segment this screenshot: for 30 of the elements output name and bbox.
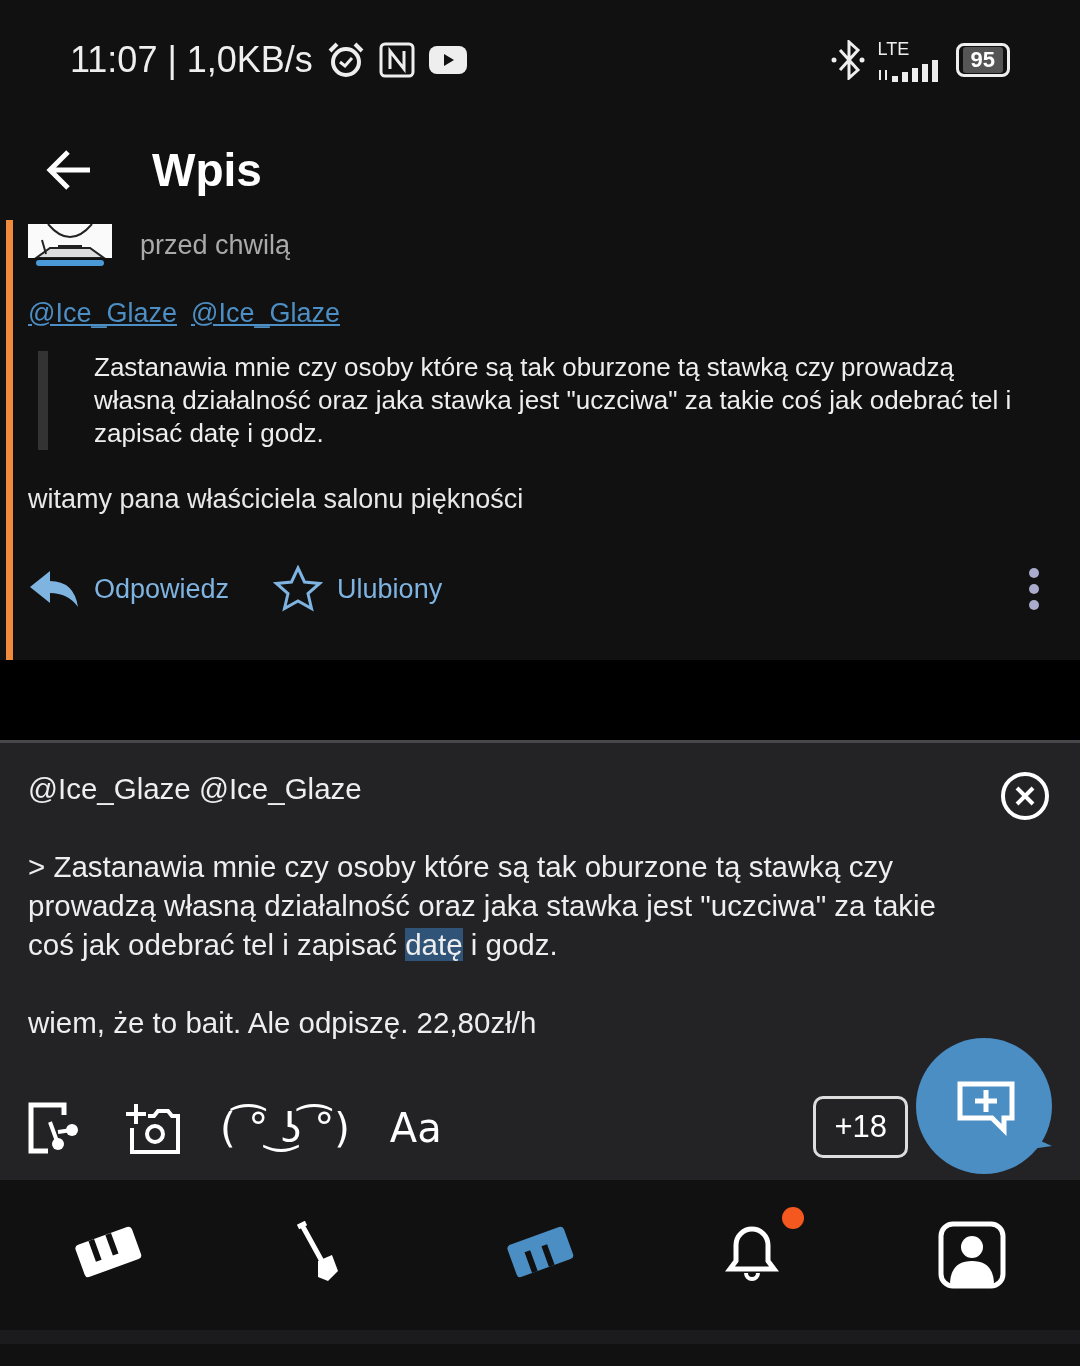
toolbar-button[interactable]: ( ͡° ͜ʖ ͡°) [220,1105,350,1151]
add-photo-icon[interactable] [124,1102,180,1154]
user-color-bar [36,260,104,266]
play-icon [428,46,467,74]
adult-content-button[interactable]: +18 [813,1096,908,1158]
profile-icon [938,1221,1006,1289]
editor-paragraph: wiem, że to bait. Ale odpiszę. 22,80zł/h [28,1005,538,1041]
battery-indicator: 95 [955,43,1010,77]
mention-link[interactable]: @Ice_Glaze [191,298,340,329]
page-title: Wpis [152,143,262,197]
new-entry-button[interactable] [916,1038,1052,1174]
alarm-icon [326,41,365,79]
nfc-icon [378,42,415,78]
quote-text: Zastanawia mnie czy osoby które są tak oburzone tą stawką czy prowadzą własną działalność oraz jaka stawka jest "uczciwa" za takie coś jak odebrać tel i zapisać datę i godz. [38,351,1040,450]
reply-arrow-icon [28,569,80,609]
editor-paragraph: @Ice_Glaze @Ice_Glaze [28,771,363,807]
back-arrow-icon[interactable] [46,150,92,190]
network-type: LTE [877,38,911,60]
reply-button[interactable]: Odpowiedz [28,569,230,609]
reply-editor[interactable] [0,740,1080,1180]
post-text: witamy pana właściciela salonu piękności [28,484,525,515]
editor-paragraph: > Zastanawia mnie czy osoby które są tak oburzone tą stawką czy prowadzą własną działalność oraz jaka stawka jest "uczciwa" za takie coś jak odebrać tel i zapisać datę i godz. [28,849,937,963]
status-time: 11:07 | 1,0KB/s [70,39,313,81]
more-options-icon[interactable] [1028,567,1040,611]
bluetooth-icon [829,40,866,80]
close-icon[interactable] [1000,771,1050,821]
toolbar-button[interactable]: Aa [389,1105,442,1151]
post-time: przed chwilą [140,229,291,261]
mention-link[interactable]: @Ice_Glaze [28,298,177,329]
favorite-button[interactable]: Ulubiony [273,565,443,613]
